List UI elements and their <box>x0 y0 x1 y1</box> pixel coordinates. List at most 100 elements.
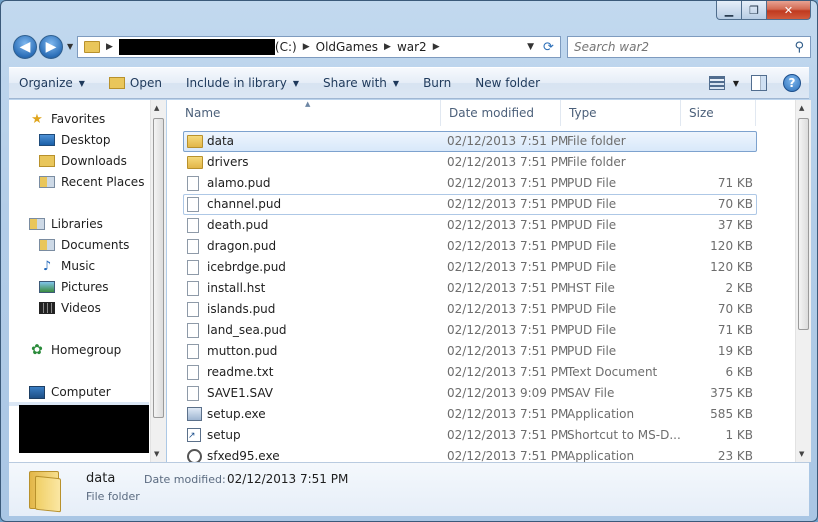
chevron-down-icon: ▼ <box>392 78 400 88</box>
change-view-icon[interactable] <box>708 76 725 90</box>
minimize-button[interactable]: ▁ <box>716 1 742 20</box>
breadcrumb-drive[interactable]: (C:) <box>275 40 297 54</box>
table-row[interactable]: channel.pud 02/12/2013 7:51 PM PUD File … <box>167 194 795 215</box>
column-header-size[interactable]: Size <box>681 100 756 126</box>
preview-pane-icon[interactable] <box>751 75 767 91</box>
table-row[interactable]: mutton.pud 02/12/2013 7:51 PM PUD File 1… <box>167 341 795 362</box>
folder-icon <box>187 156 203 169</box>
search-icon[interactable]: ⚲ <box>794 40 804 55</box>
back-arrow-icon: ◀ <box>19 39 31 55</box>
file-list-scrollbar[interactable]: ▲ ▼ <box>795 100 811 462</box>
file-date: 02/12/2013 7:51 PM <box>447 176 569 190</box>
burn-button[interactable]: Burn <box>423 76 451 90</box>
desktop-icon <box>39 132 55 148</box>
address-dropdown-icon[interactable]: ▼ <box>527 42 534 52</box>
scrollbar-thumb[interactable] <box>798 118 809 330</box>
back-button[interactable]: ◀ <box>13 35 37 59</box>
address-bar[interactable]: ▶ (C:) ▶ OldGames ▶ war2 ▶ ▼ <box>77 36 541 58</box>
file-name: setup.exe <box>207 407 266 421</box>
open-button[interactable]: Open <box>108 76 162 90</box>
chevron-right-icon[interactable]: ▶ <box>106 42 113 52</box>
nav-computer-label: Computer <box>51 385 111 399</box>
file-date: 02/12/2013 7:51 PM <box>447 260 569 274</box>
nav-pictures[interactable]: Pictures <box>39 278 109 296</box>
new-folder-button[interactable]: New folder <box>475 76 540 90</box>
column-headers: Name ▲ Date modified Type Size <box>167 100 795 126</box>
file-name: setup <box>207 428 241 442</box>
file-type: PUD File <box>567 302 617 316</box>
file-date: 02/12/2013 7:51 PM <box>447 134 569 148</box>
nav-videos[interactable]: Videos <box>39 299 101 317</box>
column-header-type[interactable]: Type <box>561 100 681 126</box>
scrollbar-thumb[interactable] <box>153 118 164 418</box>
details-item-type: File folder <box>86 490 140 503</box>
table-row[interactable]: islands.pud 02/12/2013 7:51 PM PUD File … <box>167 299 795 320</box>
table-row[interactable]: readme.txt 02/12/2013 7:51 PM Text Docum… <box>167 362 795 383</box>
scroll-down-icon[interactable]: ▼ <box>154 450 159 458</box>
table-row[interactable]: land_sea.pud 02/12/2013 7:51 PM PUD File… <box>167 320 795 341</box>
chevron-right-icon[interactable]: ▶ <box>433 42 440 52</box>
table-row[interactable]: setup.exe 02/12/2013 7:51 PM Application… <box>167 404 795 425</box>
search-input[interactable] <box>574 40 784 54</box>
file-name: SAVE1.SAV <box>207 386 274 400</box>
table-row[interactable]: icebrdge.pud 02/12/2013 7:51 PM PUD File… <box>167 257 795 278</box>
scroll-up-icon[interactable]: ▲ <box>799 104 804 112</box>
nav-libraries[interactable]: Libraries <box>29 215 103 233</box>
table-row[interactable]: install.hst 02/12/2013 7:51 PM HST File … <box>167 278 795 299</box>
chevron-down-icon: ▼ <box>292 78 299 88</box>
recent-pages-dropdown[interactable]: ▼ <box>67 42 73 51</box>
table-row[interactable]: death.pud 02/12/2013 7:51 PM PUD File 37… <box>167 215 795 236</box>
nav-computer[interactable]: Computer <box>29 383 111 401</box>
file-type: PUD File <box>567 176 617 190</box>
table-row[interactable]: ↗ setup 02/12/2013 7:51 PM Shortcut to M… <box>167 425 795 446</box>
search-box: ⚲ <box>567 36 811 58</box>
redacted-address-segment <box>118 39 275 55</box>
maximize-button[interactable]: ❐ <box>742 1 767 20</box>
chevron-right-icon[interactable]: ▶ <box>303 42 310 52</box>
help-icon[interactable]: ? <box>783 74 801 92</box>
refresh-button[interactable]: ⟳ <box>537 36 561 58</box>
command-bar: Organize ▼ Open Include in library ▼ Sha… <box>9 67 809 99</box>
file-name: alamo.pud <box>207 176 271 190</box>
recent-places-icon <box>39 174 55 190</box>
table-row[interactable]: data 02/12/2013 7:51 PM File folder <box>167 131 795 152</box>
file-date: 02/12/2013 7:51 PM <box>447 239 569 253</box>
scroll-down-icon[interactable]: ▼ <box>799 450 804 458</box>
file-rows: data 02/12/2013 7:51 PM File folder driv… <box>167 131 795 462</box>
sfx-application-icon <box>187 449 202 462</box>
nav-desktop[interactable]: Desktop <box>39 131 111 149</box>
table-row[interactable]: alamo.pud 02/12/2013 7:51 PM PUD File 71… <box>167 173 795 194</box>
sort-ascending-icon: ▲ <box>305 100 311 108</box>
file-name: data <box>207 134 235 148</box>
table-row[interactable]: SAVE1.SAV 02/12/2013 9:09 PM SAV File 37… <box>167 383 795 404</box>
share-with-button[interactable]: Share with ▼ <box>323 76 399 90</box>
nav-recent-places[interactable]: Recent Places <box>39 173 144 191</box>
column-header-name[interactable]: Name ▲ <box>167 100 441 126</box>
nav-favorites[interactable]: ★ Favorites <box>29 110 105 128</box>
file-size: 70 KB <box>717 302 753 316</box>
file-name: dragon.pud <box>207 239 277 253</box>
open-label: Open <box>129 76 162 90</box>
view-dropdown-icon[interactable]: ▼ <box>733 79 739 88</box>
navigation-pane-scrollbar[interactable]: ▲ ▼ <box>150 100 166 462</box>
nav-homegroup[interactable]: ✿ Homegroup <box>29 341 121 359</box>
forward-button[interactable]: ▶ <box>39 35 63 59</box>
breadcrumb-war2[interactable]: war2 <box>397 40 427 54</box>
nav-music[interactable]: ♪ Music <box>39 257 95 275</box>
column-header-date[interactable]: Date modified <box>441 100 561 126</box>
close-button[interactable]: ✕ <box>767 1 811 20</box>
table-row[interactable]: dragon.pud 02/12/2013 7:51 PM PUD File 1… <box>167 236 795 257</box>
text-file-icon <box>187 365 199 380</box>
organize-button[interactable]: Organize ▼ <box>19 76 85 90</box>
chevron-right-icon[interactable]: ▶ <box>384 42 391 52</box>
file-size: 375 KB <box>710 386 753 400</box>
table-row[interactable]: drivers 02/12/2013 7:51 PM File folder <box>167 152 795 173</box>
scroll-up-icon[interactable]: ▲ <box>154 104 159 112</box>
table-row[interactable]: sfxed95.exe 02/12/2013 7:51 PM Applicati… <box>167 446 795 462</box>
file-date: 02/12/2013 7:51 PM <box>447 323 569 337</box>
nav-downloads[interactable]: Downloads <box>39 152 127 170</box>
nav-documents[interactable]: Documents <box>39 236 129 254</box>
breadcrumb-oldgames[interactable]: OldGames <box>316 40 378 54</box>
file-date: 02/12/2013 7:51 PM <box>447 155 569 169</box>
include-in-library-button[interactable]: Include in library ▼ <box>186 76 299 90</box>
